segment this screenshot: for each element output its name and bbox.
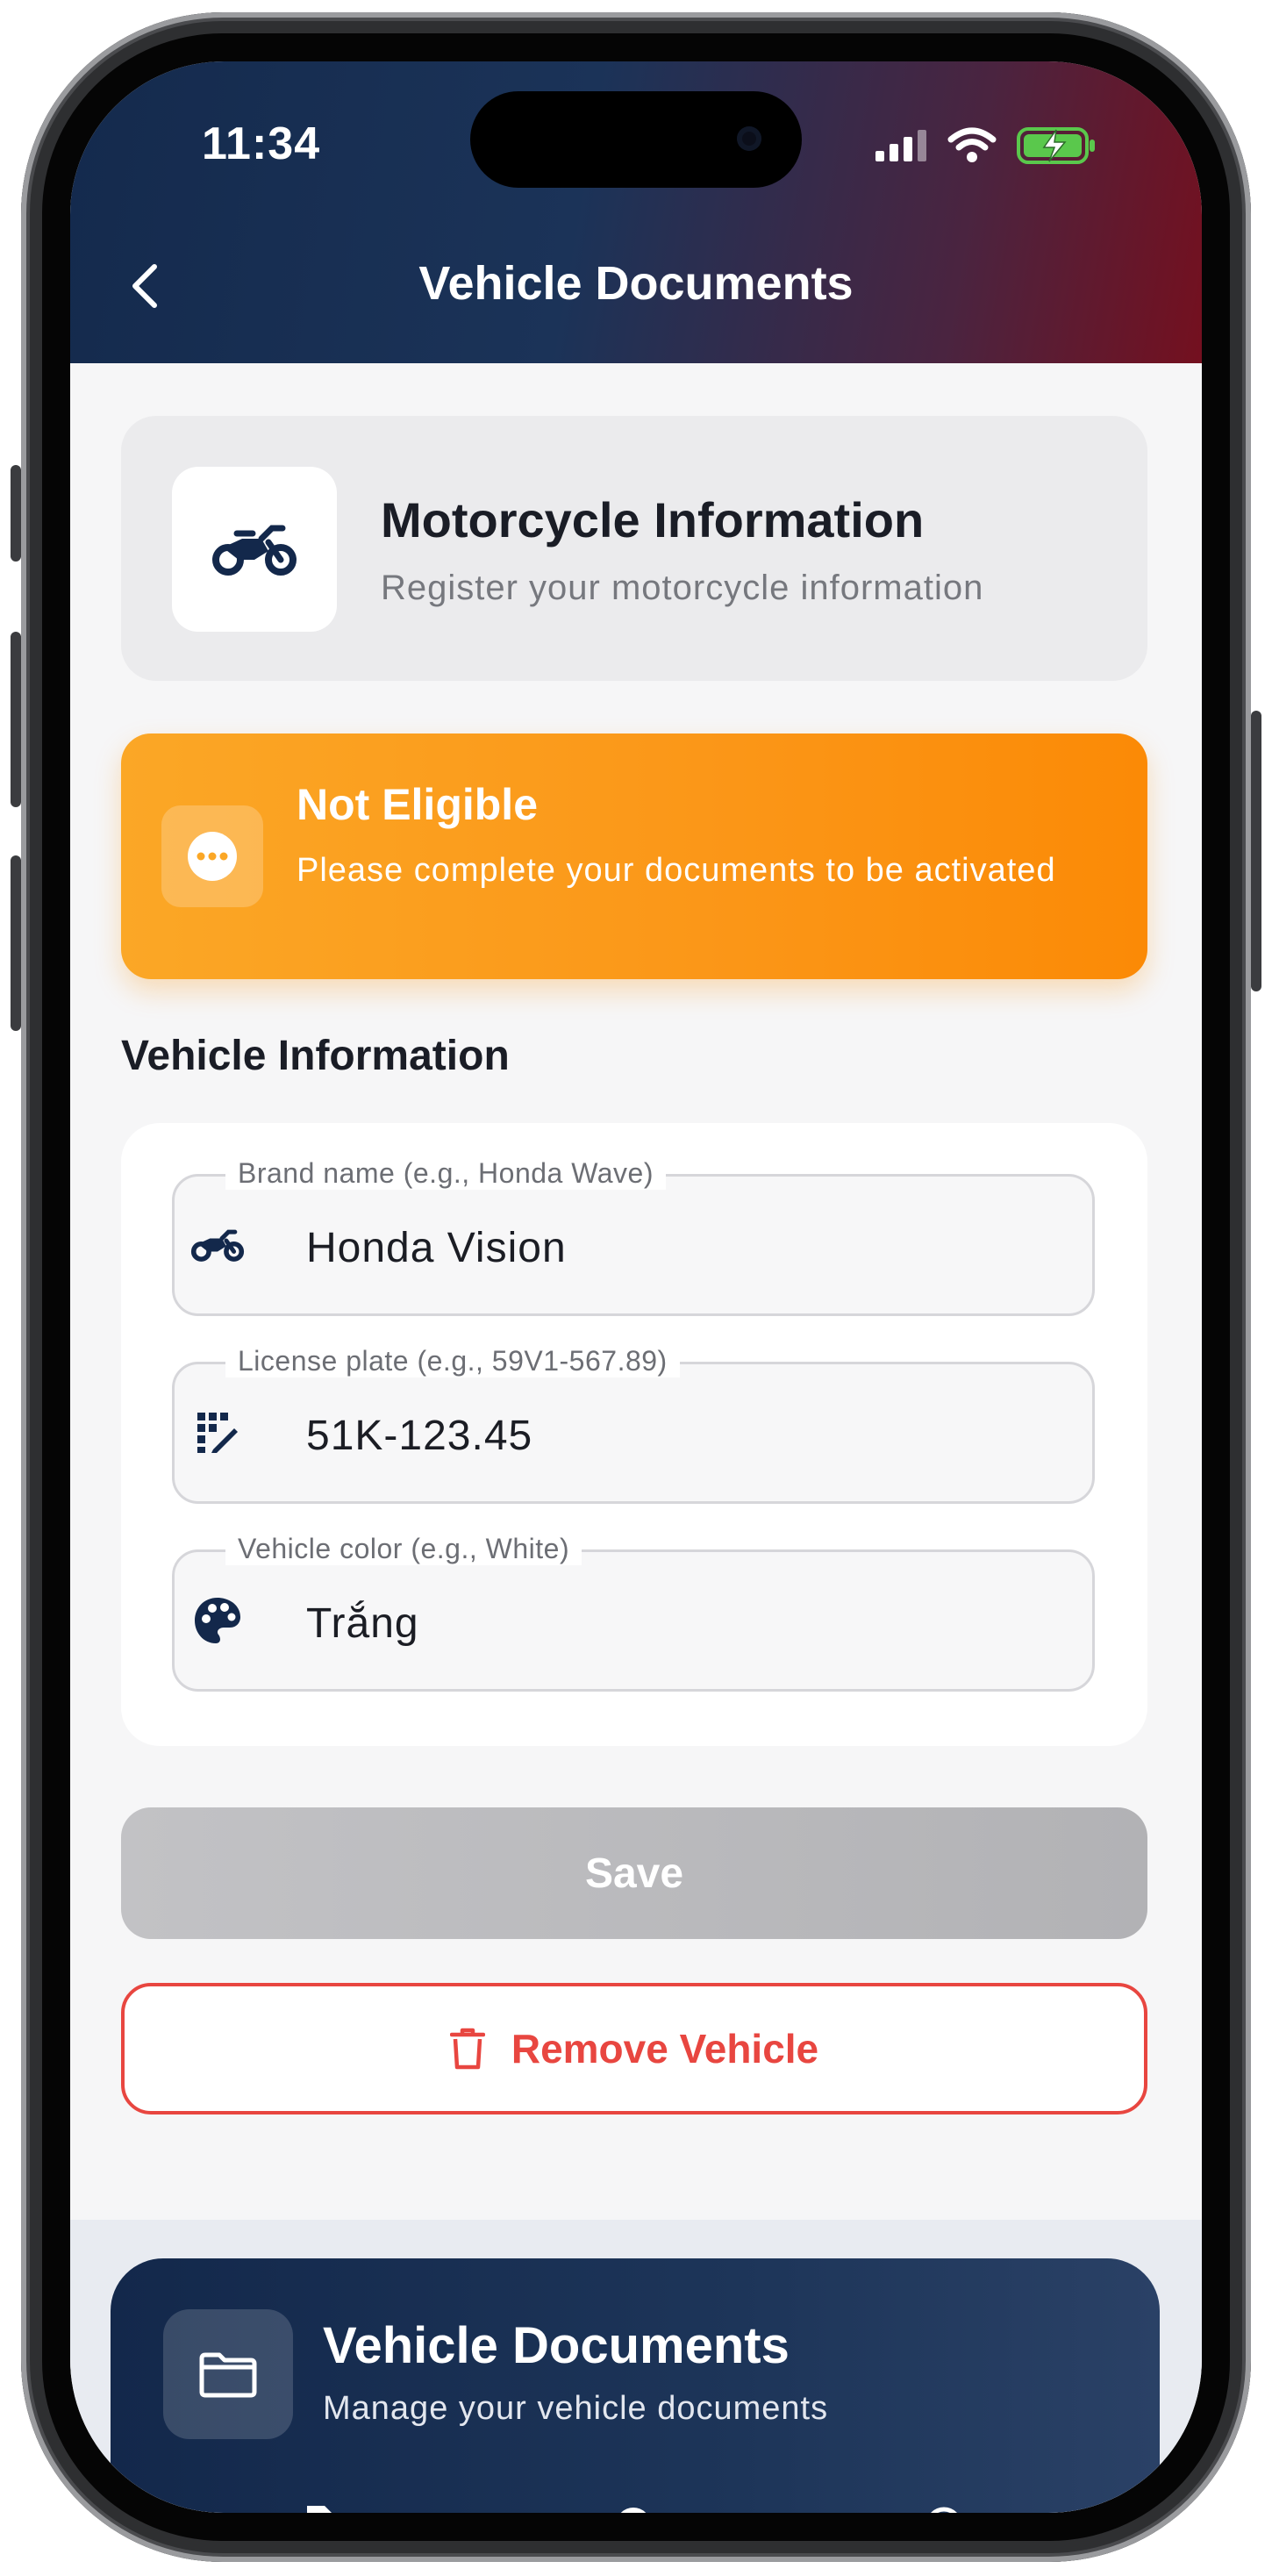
power-button: [1251, 711, 1261, 991]
alert-icon-box: [161, 805, 263, 907]
camera-icon: [737, 126, 761, 151]
brand-name-field[interactable]: Brand name (e.g., Honda Wave) Honda Visi…: [172, 1157, 1095, 1316]
brand-name-label: Brand name (e.g., Honda Wave): [225, 1157, 666, 1190]
app-header: 11:34 Vehicle Documents: [70, 61, 1202, 363]
folder-icon-box: [163, 2309, 293, 2439]
license-plate-icon: [190, 1408, 245, 1457]
eligibility-alert: Not Eligible Please complete your docume…: [121, 733, 1147, 979]
remove-vehicle-button[interactable]: Remove Vehicle: [121, 1983, 1147, 2114]
screen: 11:34 Vehicle Documents Motorcycle Infor…: [70, 61, 1202, 2513]
remove-vehicle-label: Remove Vehicle: [511, 2026, 819, 2072]
license-plate-value[interactable]: 51K-123.45: [306, 1412, 532, 1460]
vehicle-color-value[interactable]: Trắng: [306, 1599, 419, 1648]
documents-panel-title: Vehicle Documents: [323, 2317, 790, 2374]
alert-title: Not Eligible: [297, 780, 538, 829]
trash-icon: [449, 2028, 485, 2070]
check-circle-icon[interactable]: [607, 2495, 660, 2513]
vehicle-color-label: Vehicle color (e.g., White): [225, 1533, 582, 1565]
status-time: 11:34: [202, 118, 321, 169]
motorcycle-icon-box: [172, 467, 337, 632]
vehicle-documents-panel: Vehicle Documents Manage your vehicle do…: [111, 2258, 1160, 2513]
motorcycle-icon: [190, 1220, 245, 1270]
license-plate-label: License plate (e.g., 59V1-567.89): [225, 1345, 680, 1377]
cellular-signal-icon: [875, 130, 926, 161]
volume-down-button: [11, 855, 21, 1031]
save-button[interactable]: Save: [121, 1807, 1147, 1939]
info-card-subtitle: Register your motorcycle information: [381, 569, 984, 607]
vehicle-info-form: Brand name (e.g., Honda Wave) Honda Visi…: [121, 1123, 1147, 1746]
dynamic-island: [470, 91, 802, 188]
battery-charging-icon: [1017, 127, 1095, 164]
motorcycle-info-card: Motorcycle Information Register your mot…: [121, 416, 1147, 681]
documents-panel-subtitle: Manage your vehicle documents: [323, 2390, 829, 2427]
folder-icon: [199, 2352, 257, 2398]
volume-up-button: [11, 632, 21, 807]
clock-icon[interactable]: [918, 2495, 970, 2513]
save-button-label: Save: [584, 1850, 684, 1897]
status-icons: [874, 126, 1097, 165]
info-card-title: Motorcycle Information: [381, 492, 925, 547]
brand-name-value[interactable]: Honda Vision: [306, 1224, 567, 1272]
vehicle-color-field[interactable]: Vehicle color (e.g., White) Trắng: [172, 1533, 1095, 1692]
more-dots-icon: [188, 832, 237, 881]
wifi-icon: [947, 127, 997, 162]
license-plate-field[interactable]: License plate (e.g., 59V1-567.89) 51K-12…: [172, 1345, 1095, 1504]
motorcycle-icon: [212, 525, 297, 576]
action-button: [11, 465, 21, 562]
section-title: Vehicle Information: [121, 1033, 510, 1079]
palette-icon: [190, 1596, 245, 1645]
page-title: Vehicle Documents: [418, 257, 854, 310]
alert-message: Please complete your documents to be act…: [297, 852, 1056, 889]
document-icon[interactable]: [295, 2495, 347, 2513]
